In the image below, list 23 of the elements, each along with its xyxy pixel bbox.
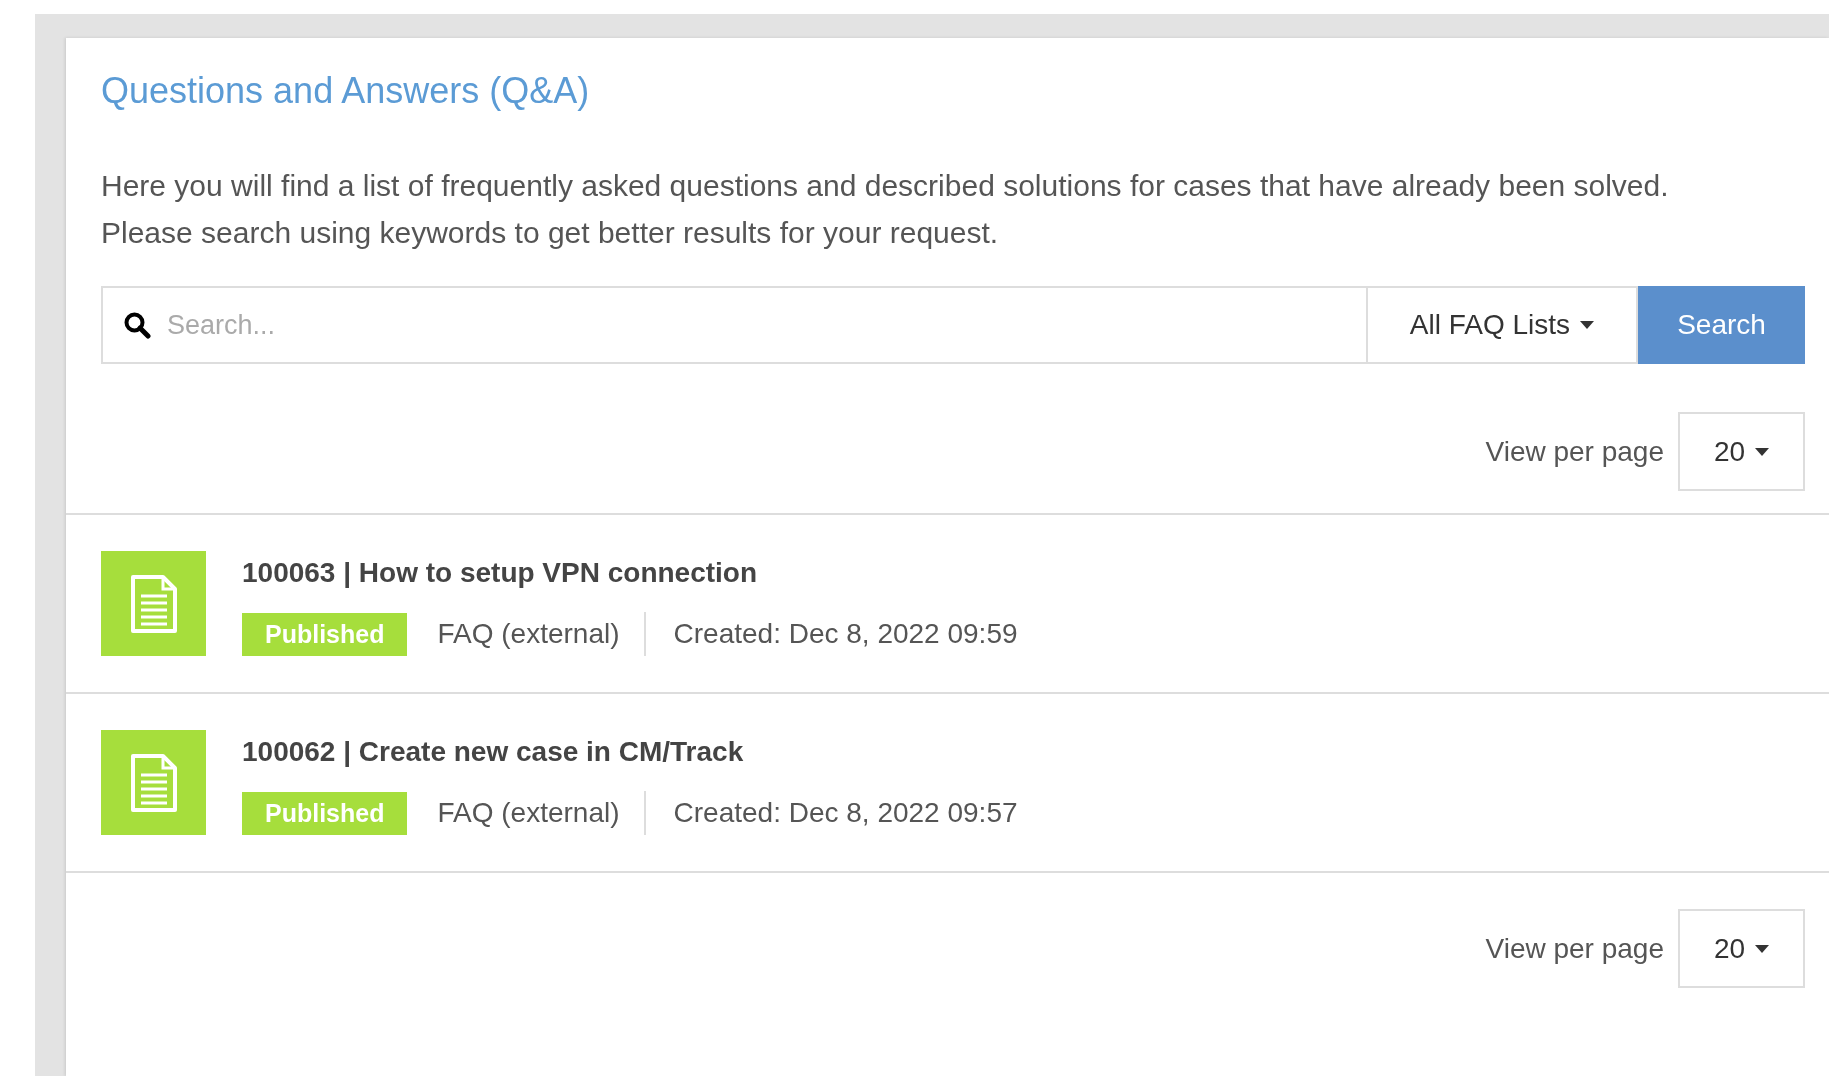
caret-icon bbox=[1755, 944, 1770, 953]
faq-list-name: FAQ (external) bbox=[436, 797, 621, 829]
search-icon bbox=[123, 311, 151, 339]
view-per-page-label: View per page bbox=[1485, 435, 1664, 468]
created-date: Created: Dec 8, 2022 09:59 bbox=[672, 618, 1019, 650]
caret-icon bbox=[1580, 321, 1595, 329]
status-badge: Published bbox=[242, 612, 408, 656]
search-field[interactable]: Search... bbox=[101, 286, 1366, 364]
faq-entry-title[interactable]: 100063 | How to setup VPN connection bbox=[242, 557, 1042, 589]
caret-icon bbox=[1755, 447, 1770, 456]
per-page-dropdown[interactable]: 20 bbox=[1678, 412, 1805, 491]
faq-list-name: FAQ (external) bbox=[436, 618, 621, 650]
faq-list-dropdown[interactable]: All FAQ Lists bbox=[1366, 286, 1638, 364]
faq-entry-title[interactable]: 100062 | Create new case in CM/Track bbox=[242, 736, 1042, 768]
page-title: Questions and Answers (Q&A) bbox=[101, 70, 591, 112]
view-per-page-label: View per page bbox=[1485, 932, 1664, 965]
intro-text: Please search using keywords to get better results for your request. bbox=[101, 215, 1000, 251]
document-icon bbox=[129, 752, 178, 813]
created-date: Created: Dec 8, 2022 09:57 bbox=[672, 797, 1019, 829]
status-badge: Published bbox=[242, 791, 408, 835]
document-icon bbox=[129, 573, 178, 634]
intro-text: Here you will find a list of frequently asked questions and described solutions for cases that have already been solved. bbox=[101, 168, 1670, 204]
per-page-dropdown[interactable]: 20 bbox=[1678, 909, 1805, 988]
